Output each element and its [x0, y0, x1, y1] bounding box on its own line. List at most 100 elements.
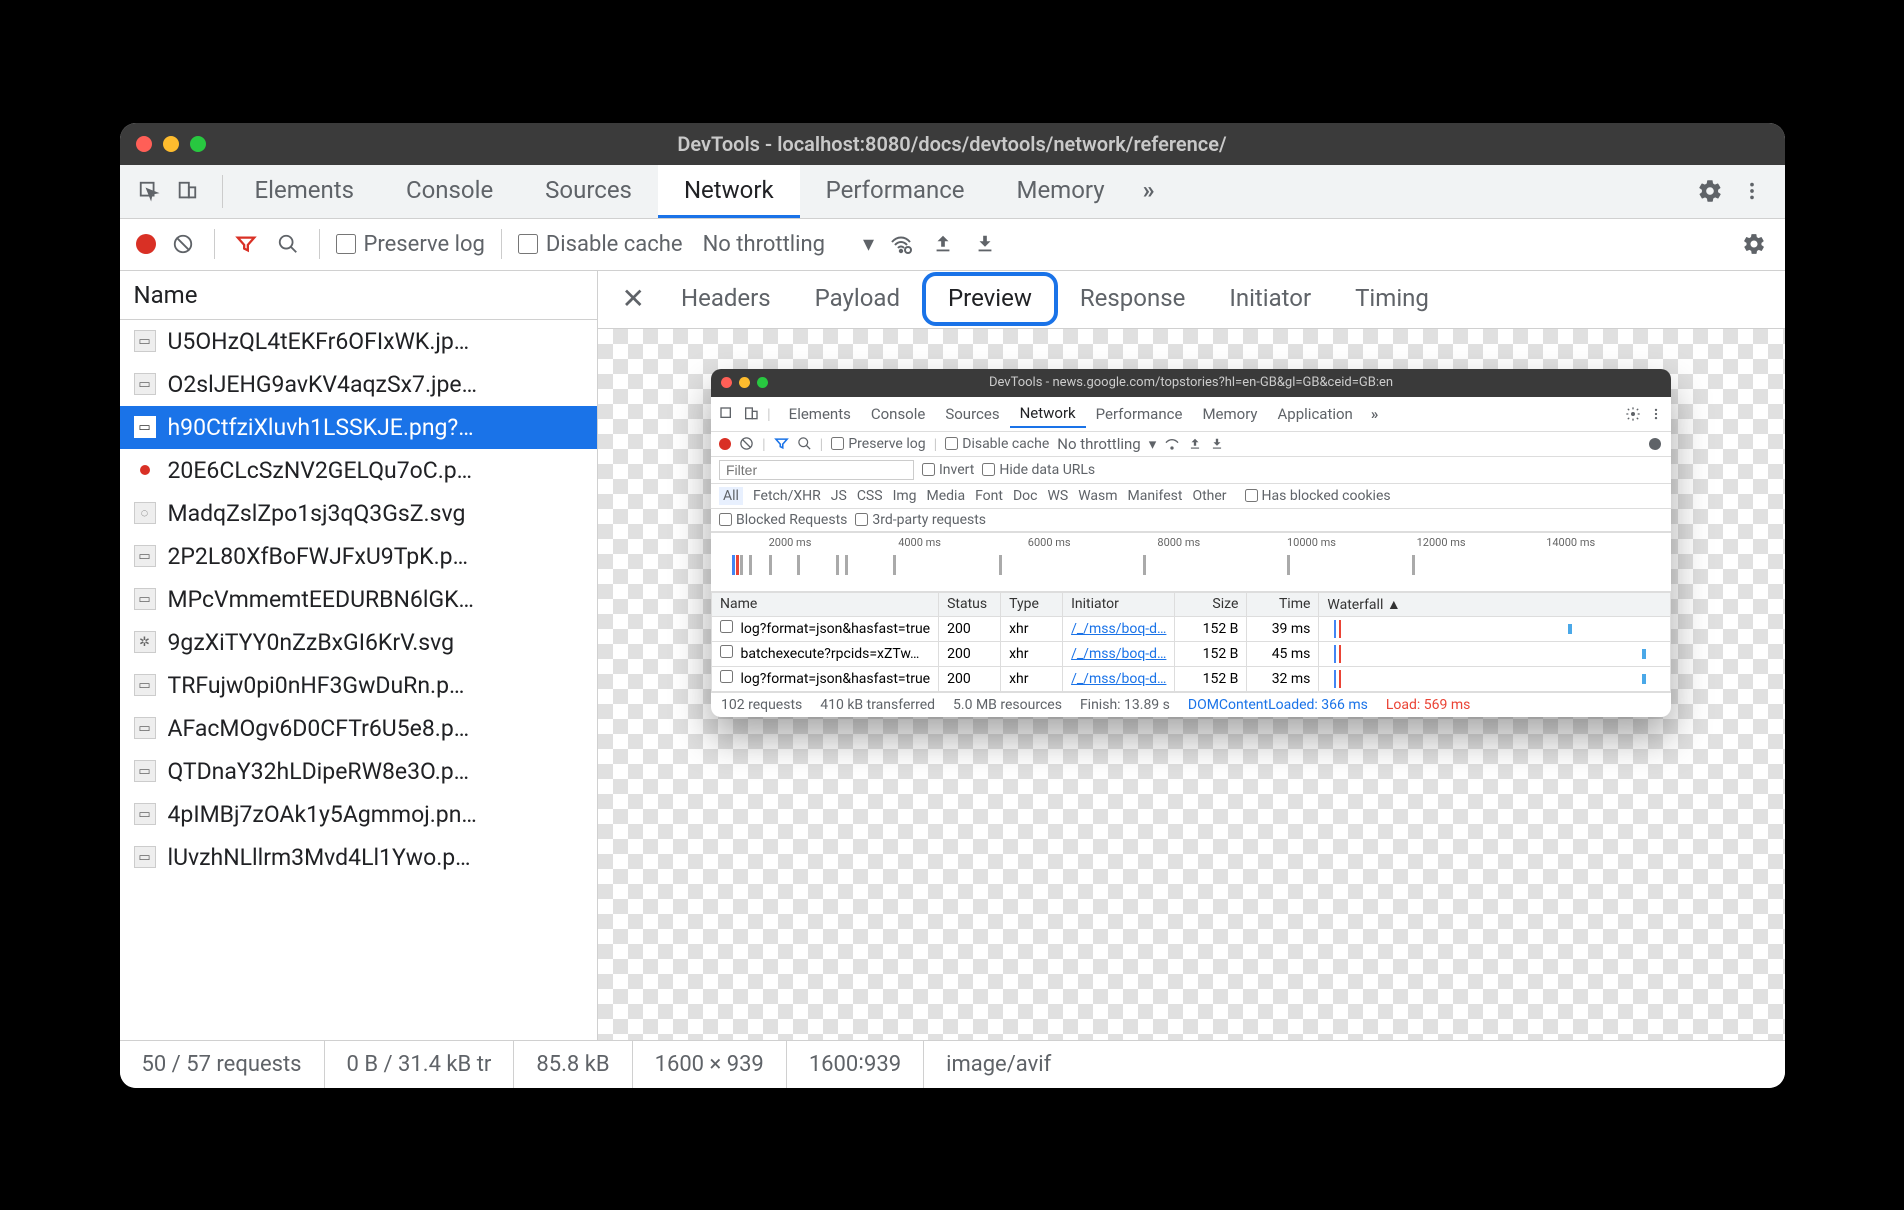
main-tabbar: ElementsConsoleSourcesNetworkPerformance…: [120, 165, 1785, 219]
close-icon[interactable]: [136, 136, 152, 152]
request-name: MadqZslZpo1sj3qQ3GsZ.svg: [168, 500, 466, 527]
request-name: U5OHzQL4tEKFr6OFIxWK.jp…: [168, 328, 470, 355]
filter-icon: [774, 436, 789, 451]
tab-elements[interactable]: Elements: [229, 165, 380, 218]
minimize-icon[interactable]: [163, 136, 179, 152]
request-name: TRFujw0pi0nHF3GwDuRn.p…: [168, 672, 465, 699]
subtab-payload[interactable]: Payload: [793, 274, 922, 325]
img-icon: ▭: [134, 846, 156, 868]
type-filter: Img: [893, 488, 917, 504]
subtab-headers[interactable]: Headers: [659, 274, 793, 325]
request-row[interactable]: ▭lUvzhNLllrm3Mvd4Ll1Ywo.p…: [120, 836, 597, 879]
download-icon[interactable]: [970, 229, 1000, 259]
filter-icon[interactable]: [231, 229, 261, 259]
device-icon[interactable]: [172, 176, 202, 206]
request-row[interactable]: ▭2P2L80XfBoFWJFxU9TpK.p…: [120, 535, 597, 578]
throttling-select[interactable]: No throttling: [703, 232, 825, 257]
resource-size: 85.8 kB: [514, 1041, 632, 1088]
detail-tabbar: ✕ HeadersPayloadPreviewResponseInitiator…: [598, 271, 1785, 329]
preserve-log-checkbox[interactable]: Preserve log: [336, 232, 485, 257]
request-row[interactable]: ▭ AFacMOgv6D0CFTr6U5e8.p…: [120, 707, 597, 750]
timeline-tick: 12000 ms: [1417, 536, 1466, 549]
img-icon: ▭: [134, 760, 156, 782]
column-header: Initiator: [1063, 592, 1175, 616]
blocked-cookies-checkbox: Has blocked cookies: [1245, 488, 1391, 504]
request-row[interactable]: ▭ TRFujw0pi0nHF3GwDuRn.p…: [120, 664, 597, 707]
tab-sources[interactable]: Sources: [519, 165, 658, 218]
request-row[interactable]: ▭h90CtfziXluvh1LSSKJE.png?…: [120, 406, 597, 449]
request-name: AFacMOgv6D0CFTr6U5e8.p…: [168, 715, 470, 742]
record-icon[interactable]: [136, 234, 156, 254]
more-icon[interactable]: [1737, 176, 1767, 206]
search-icon[interactable]: [273, 229, 303, 259]
request-name: O2slJEHG9avKV4aqzSx7.jpe…: [168, 371, 478, 398]
column-header: Status: [939, 592, 1001, 616]
finish: Finish: 13.89 s: [1080, 697, 1170, 713]
column-header: Time: [1247, 592, 1319, 616]
subtab-timing[interactable]: Timing: [1333, 274, 1451, 325]
request-row[interactable]: ◌ MadqZslZpo1sj3qQ3GsZ.svg: [120, 492, 597, 535]
type-filter: All: [719, 487, 743, 505]
transfer-size: 0 B / 31.4 kB tr: [325, 1041, 515, 1088]
img-icon: ▭: [134, 717, 156, 739]
devtools-window: DevTools - localhost:8080/docs/devtools/…: [120, 123, 1785, 1088]
subtab-preview[interactable]: Preview: [922, 272, 1058, 326]
tab-network[interactable]: Network: [658, 165, 800, 218]
traffic-lights: [136, 136, 206, 152]
request-row[interactable]: ▭QTDnaY32hLDipeRW8e3O.p…: [120, 750, 597, 793]
request-name: MPcVmmemtEEDURBN6lGK…: [168, 586, 474, 613]
request-row[interactable]: 20E6CLcSzNV2GELQu7oC.p…: [120, 449, 597, 492]
img-icon: ▭: [134, 674, 156, 696]
clear-icon[interactable]: [168, 229, 198, 259]
settings-icon[interactable]: [1739, 229, 1769, 259]
disable-cache-checkbox[interactable]: Disable cache: [518, 232, 683, 257]
disable-cache-checkbox: Disable cache: [945, 436, 1049, 452]
name-column-header[interactable]: Name: [120, 271, 597, 320]
request-row[interactable]: ▭U5OHzQL4tEKFr6OFIxWK.jp…: [120, 320, 597, 363]
request-row[interactable]: ▭4pIMBj7zOAk1y5Agmmoj.pn…: [120, 793, 597, 836]
img-icon: ▭: [134, 416, 156, 438]
nested-status-bar: 102 requests 410 kB transferred 5.0 MB r…: [711, 692, 1671, 717]
preserve-log-checkbox: Preserve log: [831, 436, 925, 452]
hide-urls-checkbox: Hide data URLs: [982, 462, 1095, 478]
filter-input: [719, 460, 914, 480]
dropdown-icon: ▾: [1149, 435, 1157, 453]
tab-memory[interactable]: Memory: [991, 165, 1131, 218]
nested-titlebar: DevTools - news.google.com/topstories?hl…: [711, 369, 1671, 397]
settings-icon[interactable]: [1695, 176, 1725, 206]
settings-icon: [1625, 406, 1641, 422]
upload-icon[interactable]: [928, 229, 958, 259]
request-count: 102 requests: [721, 697, 802, 713]
aspect-ratio: 1600∶939: [787, 1041, 924, 1088]
network-toolbar: Preserve log Disable cache No throttling…: [120, 219, 1785, 271]
request-name: 9gzXiTYY0nZzBxGI6KrV.svg: [168, 629, 455, 656]
rec-icon: [134, 459, 156, 481]
subtab-initiator[interactable]: Initiator: [1207, 274, 1333, 325]
network-conditions-icon[interactable]: [886, 229, 916, 259]
request-row[interactable]: ▭O2slJEHG9avKV4aqzSx7.jpe…: [120, 363, 597, 406]
nested-devtools-window: DevTools - news.google.com/topstories?hl…: [711, 369, 1671, 717]
request-name: 4pIMBj7zOAk1y5Agmmoj.pn…: [168, 801, 477, 828]
tab-performance[interactable]: Performance: [800, 165, 991, 218]
close-detail-icon[interactable]: ✕: [608, 285, 659, 313]
subtab-response[interactable]: Response: [1058, 274, 1207, 325]
request-row[interactable]: ✲9gzXiTYY0nZzBxGI6KrV.svg: [120, 621, 597, 664]
request-table: NameStatusTypeInitiatorSizeTimeWaterfall…: [711, 592, 1671, 692]
dropdown-icon[interactable]: ▾: [863, 232, 874, 257]
img-icon: ▭: [134, 588, 156, 610]
inspect-icon: [719, 406, 735, 422]
record-icon: [719, 438, 731, 450]
column-header: Waterfall ▲: [1319, 592, 1671, 616]
request-row[interactable]: ▭ MPcVmmemtEEDURBN6lGK…: [120, 578, 597, 621]
svg-icon: ◌: [134, 502, 156, 524]
column-header: Size: [1175, 592, 1247, 616]
timeline-tick: 6000 ms: [1028, 536, 1071, 549]
type-filter: Other: [1192, 488, 1226, 504]
tab-console[interactable]: Console: [380, 165, 519, 218]
preview-area: DevTools - news.google.com/topstories?hl…: [598, 329, 1785, 1040]
more-tabs[interactable]: »: [1131, 165, 1167, 218]
fullscreen-icon[interactable]: [190, 136, 206, 152]
inspect-icon[interactable]: [134, 176, 164, 206]
timeline-tick: 2000 ms: [769, 536, 812, 549]
timeline-overview: 2000 ms4000 ms6000 ms8000 ms10000 ms1200…: [711, 532, 1671, 592]
